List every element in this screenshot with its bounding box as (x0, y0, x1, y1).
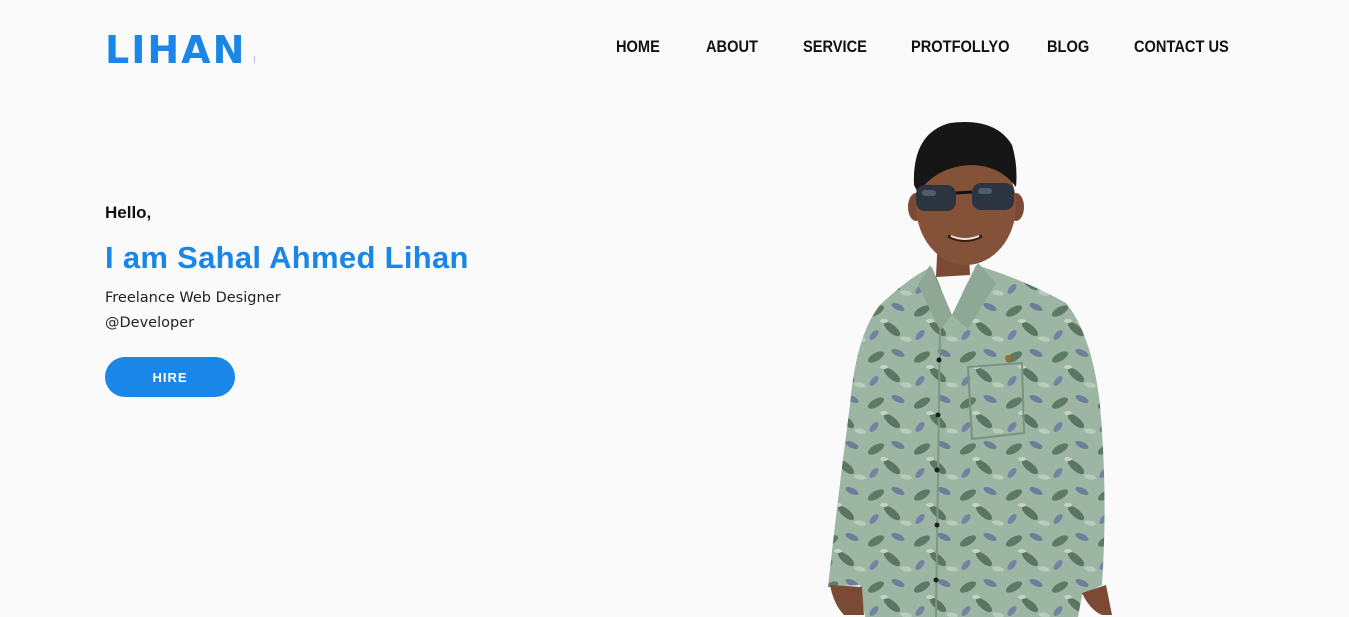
nav-about[interactable]: ABOUT (706, 36, 789, 58)
hero-role-title: Freelance Web Designer (105, 290, 281, 306)
hire-button[interactable]: HIRE (105, 357, 235, 397)
main-nav: HOME ABOUT SERVICE PROTFOLLYO BLOG CONTA… (616, 36, 1234, 58)
portrait-photo (828, 121, 1112, 617)
nav-home[interactable]: HOME (616, 36, 693, 58)
site-header: LIHAN HOME ABOUT SERVICE PROTFOLLYO BLOG… (0, 0, 1349, 90)
site-logo[interactable]: LIHAN (105, 28, 246, 72)
logo-text-cursor (254, 56, 255, 63)
hero-role-handle: @Developer (105, 315, 195, 331)
nav-service[interactable]: SERVICE (803, 36, 896, 58)
nav-portfolio[interactable]: PROTFOLLYO (911, 36, 1028, 58)
hero-greeting: Hello, (105, 203, 152, 222)
nav-contact-us[interactable]: CONTACT US (1134, 36, 1229, 58)
hero-intro: Hello, I am Sahal Ahmed Lihan Freelance … (105, 203, 469, 336)
hero-name: I am Sahal Ahmed Lihan (105, 240, 469, 275)
nav-blog[interactable]: BLOG (1047, 36, 1122, 58)
hero-role: Freelance Web Designer @Developer (105, 286, 469, 336)
page: LIHAN HOME ABOUT SERVICE PROTFOLLYO BLOG… (0, 0, 1349, 617)
